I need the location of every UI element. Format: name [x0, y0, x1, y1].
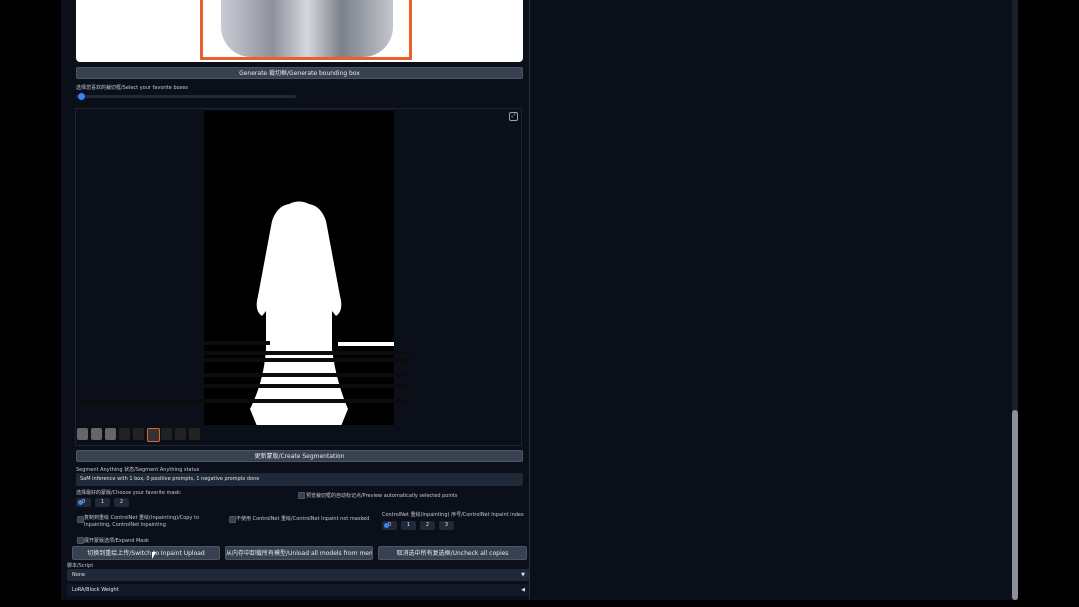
script-label: 脚本/Script: [67, 563, 94, 569]
mask-thumbnail[interactable]: [189, 428, 200, 440]
mouse-cursor-icon: [152, 552, 156, 559]
controlnet-inpaint-label: 不使用 ControlNet 重绘/ControlNet Inpaint not…: [236, 516, 370, 522]
mask-thumbnail-selected[interactable]: [147, 428, 160, 442]
select-box-label: 选择您喜欢的裁切框/Select your favorite boxes: [76, 85, 189, 91]
script-dropdown[interactable]: None ▼: [67, 569, 530, 581]
scrollbar-thumb[interactable]: [1012, 410, 1018, 600]
preview-auto-label: 预览裁切框的自动标记点/Preview automatically select…: [306, 493, 458, 499]
controlnet-inpaint-checkbox[interactable]: [229, 516, 236, 523]
chevron-down-icon: ▼: [521, 572, 525, 578]
mask-thumbnail[interactable]: [119, 428, 130, 440]
create-mask-button[interactable]: 更新蒙版/Create Segmentation: [76, 450, 523, 462]
mask-image: [76, 111, 410, 425]
mask-thumbnail[interactable]: [105, 428, 116, 440]
column-divider: [529, 0, 530, 600]
mask-stripe: [204, 384, 410, 388]
expand-mask-label: 展开蒙版选项/Expand Mask: [84, 538, 149, 544]
generate-bbox-button[interactable]: Generate 裁切框/Generate bounding box: [76, 67, 523, 79]
page-scrollbar[interactable]: [1012, 0, 1018, 600]
chevron-left-icon: ◀: [521, 587, 525, 593]
index-radio-0[interactable]: 0: [382, 521, 397, 530]
copy-inpaint-label: 复制到重绘 ControlNet 重绘(Inpainting)/Copy to …: [84, 515, 200, 528]
index-radio-3[interactable]: 3: [439, 521, 454, 530]
select-box-slider[interactable]: [76, 93, 296, 100]
mask-thumbnail[interactable]: [133, 428, 144, 440]
mask-thumbnail[interactable]: [77, 428, 88, 440]
mask-radio-0[interactable]: 0: [76, 498, 91, 507]
index-radio-2[interactable]: 2: [420, 521, 435, 530]
mask-radio-1[interactable]: 1: [95, 498, 110, 507]
lora-block-weight-label: LoRA/Block Weight: [72, 587, 119, 593]
mask-stripe: [204, 373, 410, 377]
preview-auto-checkbox[interactable]: [298, 492, 305, 499]
controlnet-index-label: ControlNet 重绘(Inpainting) 序号/ControlNet …: [382, 512, 524, 518]
dress-mask-svg: [250, 201, 394, 425]
copy-inpaint-checkbox[interactable]: [77, 516, 84, 523]
unload-models-button[interactable]: 从内存中卸载所有模型/Unload all models from memory: [225, 546, 373, 560]
expand-mask-checkbox[interactable]: [77, 537, 84, 544]
uncheck-all-button[interactable]: 取消选中所有复选框/Uncheck all copies: [378, 546, 527, 560]
index-radio-1[interactable]: 1: [401, 521, 416, 530]
mask-line: [338, 342, 394, 346]
sam-status-label: Segment Anything 状态/Segment Anything sta…: [76, 467, 200, 473]
mask-thumbnail[interactable]: [161, 428, 172, 440]
mask-thumbnail[interactable]: [175, 428, 186, 440]
dress-silhouette: [250, 201, 348, 425]
mask-stripe: [76, 399, 410, 403]
mask-thumbnail[interactable]: [91, 428, 102, 440]
mask-stripe: [204, 341, 270, 345]
segment-anything-panel: Generate 裁切框/Generate bounding box 选择您喜欢…: [71, 0, 527, 600]
switch-inpaint-button[interactable]: 切换到重绘上传/Switch to Inpaint Upload: [72, 546, 220, 560]
expand-icon[interactable]: ⤢: [509, 112, 518, 121]
sam-status-textbox[interactable]: SaM inference with 1 box, 0 positive pro…: [76, 473, 523, 486]
lora-block-weight-accordion[interactable]: LoRA/Block Weight ◀: [67, 584, 530, 596]
bbox-highlight: [200, 0, 412, 60]
mask-radio-2[interactable]: 2: [114, 498, 129, 507]
mask-canvas[interactable]: ⤢: [75, 108, 522, 446]
choose-mask-label: 选择最好的蒙版/Choose your favorite mask:: [76, 490, 182, 496]
webui-app: Generate 裁切框/Generate bounding box 选择您喜欢…: [61, 0, 1018, 600]
mask-stripe: [204, 358, 410, 362]
slider-handle[interactable]: [78, 93, 85, 100]
dress-photo: [221, 0, 393, 57]
mask-stripe: [204, 351, 410, 355]
bbox-preview-image: [76, 0, 523, 62]
script-value: None: [72, 572, 86, 578]
